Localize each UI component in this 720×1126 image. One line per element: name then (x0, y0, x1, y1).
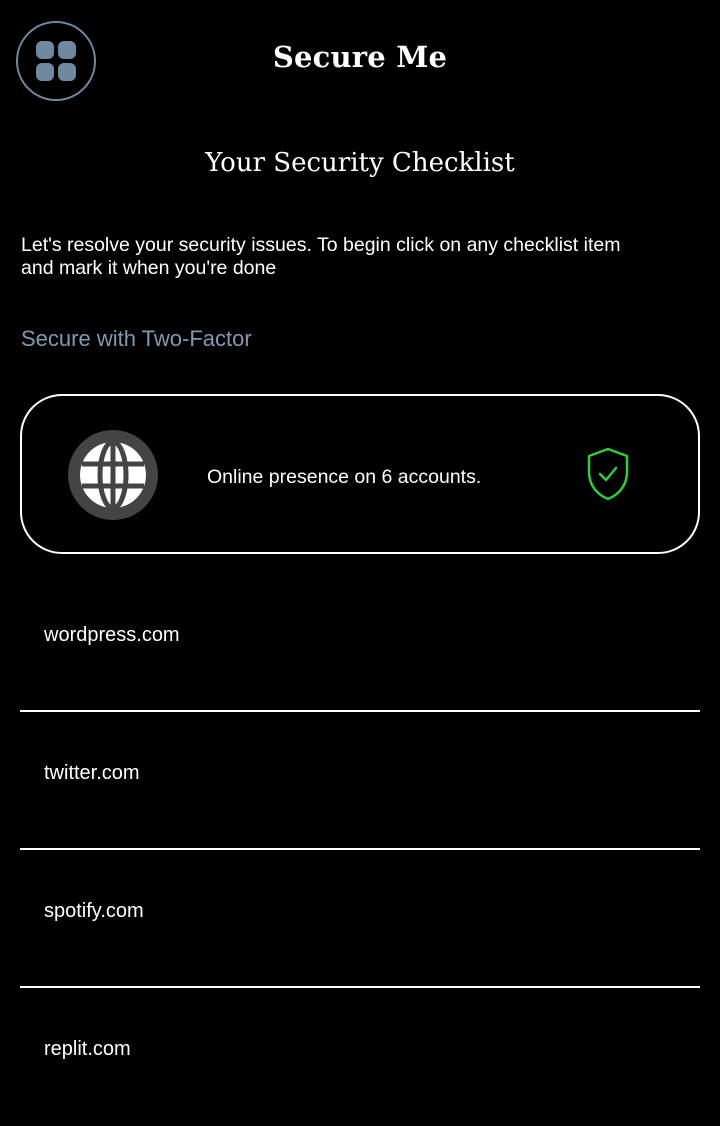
account-label: wordpress.com (44, 624, 180, 646)
account-row-replit[interactable]: replit.com (20, 988, 700, 1126)
account-label: spotify.com (44, 900, 144, 922)
globe-icon (68, 430, 158, 520)
section-heading: Secure with Two-Factor (21, 326, 252, 351)
account-label: twitter.com (44, 762, 140, 784)
intro-text: Let's resolve your security issues. To b… (21, 234, 711, 280)
account-row-wordpress[interactable]: wordpress.com (20, 574, 700, 712)
intro-line-2: and mark it when you're done (21, 257, 277, 279)
shield-check-icon (587, 447, 629, 501)
account-row-spotify[interactable]: spotify.com (20, 850, 700, 988)
page-title: Your Security Checklist (205, 148, 515, 178)
intro-line-1: Let's resolve your security issues. To b… (21, 234, 621, 256)
app-title: Secure Me (272, 40, 448, 74)
account-row-twitter[interactable]: twitter.com (20, 712, 700, 850)
account-label: replit.com (44, 1038, 131, 1060)
summary-text: Online presence on 6 accounts. (207, 466, 482, 488)
summary-card[interactable]: Online presence on 6 accounts. (20, 394, 700, 554)
